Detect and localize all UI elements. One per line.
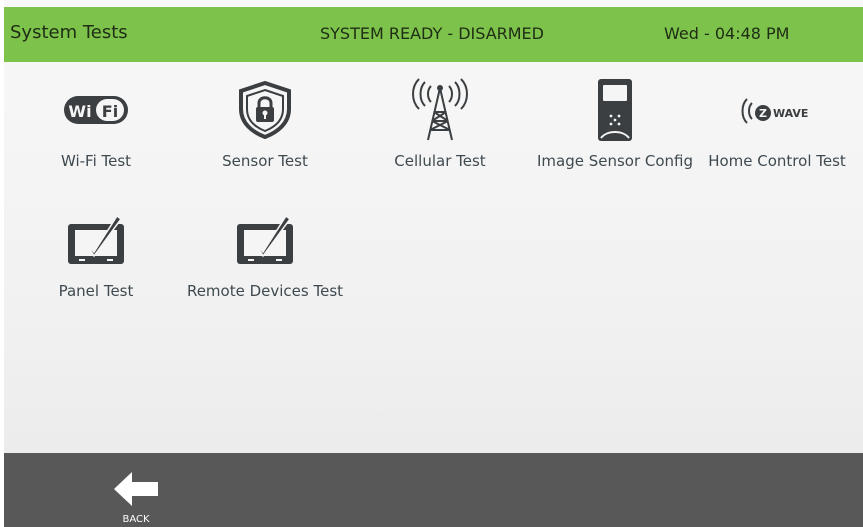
header-bar: System Tests SYSTEM READY - DISARMED Wed… [4, 7, 863, 62]
wifi-test-tile[interactable]: Wi Fi Wi-Fi Test [11, 80, 181, 190]
cellular-test-label: Cellular Test [394, 152, 486, 170]
wifi-test-label: Wi-Fi Test [60, 152, 132, 170]
remote-devices-test-tile[interactable]: Remote Devices Test [180, 210, 350, 320]
panel-test-label: Panel Test [58, 282, 134, 300]
back-button[interactable]: BACK [104, 467, 168, 527]
back-label: BACK [122, 514, 150, 525]
back-arrow-icon [114, 472, 158, 506]
wifi-icon: Wi Fi [11, 80, 181, 140]
remote-devices-test-label: Remote Devices Test [186, 282, 344, 300]
cellular-test-tile[interactable]: Cellular Test [355, 78, 525, 190]
svg-text:Wi: Wi [68, 102, 91, 121]
image-sensor-icon [530, 79, 700, 141]
home-control-test-tile[interactable]: Z WAVE Home Control Test [692, 80, 862, 190]
svg-text:Z: Z [759, 107, 767, 120]
panel-test-tile[interactable]: Panel Test [11, 210, 181, 320]
page-title: System Tests [10, 22, 128, 43]
image-sensor-config-tile[interactable]: Image Sensor Config [530, 79, 700, 190]
footer-bar: BACK [4, 453, 863, 527]
zwave-icon: Z WAVE [692, 80, 862, 140]
sensor-test-tile[interactable]: Sensor Test [180, 80, 350, 190]
svg-text:Fi: Fi [102, 102, 118, 121]
screen: System Tests SYSTEM READY - DISARMED Wed… [4, 0, 863, 527]
panel-check-icon [180, 210, 350, 270]
cell-tower-icon [355, 78, 525, 141]
zwave-icon-text: WAVE [773, 107, 808, 120]
system-status: SYSTEM READY - DISARMED [320, 24, 544, 43]
shield-lock-icon [180, 80, 350, 140]
home-control-test-label: Home Control Test [708, 152, 846, 170]
date-time: Wed - 04:48 PM [664, 24, 790, 43]
panel-check-icon [11, 210, 181, 270]
sensor-test-label: Sensor Test [222, 152, 308, 170]
